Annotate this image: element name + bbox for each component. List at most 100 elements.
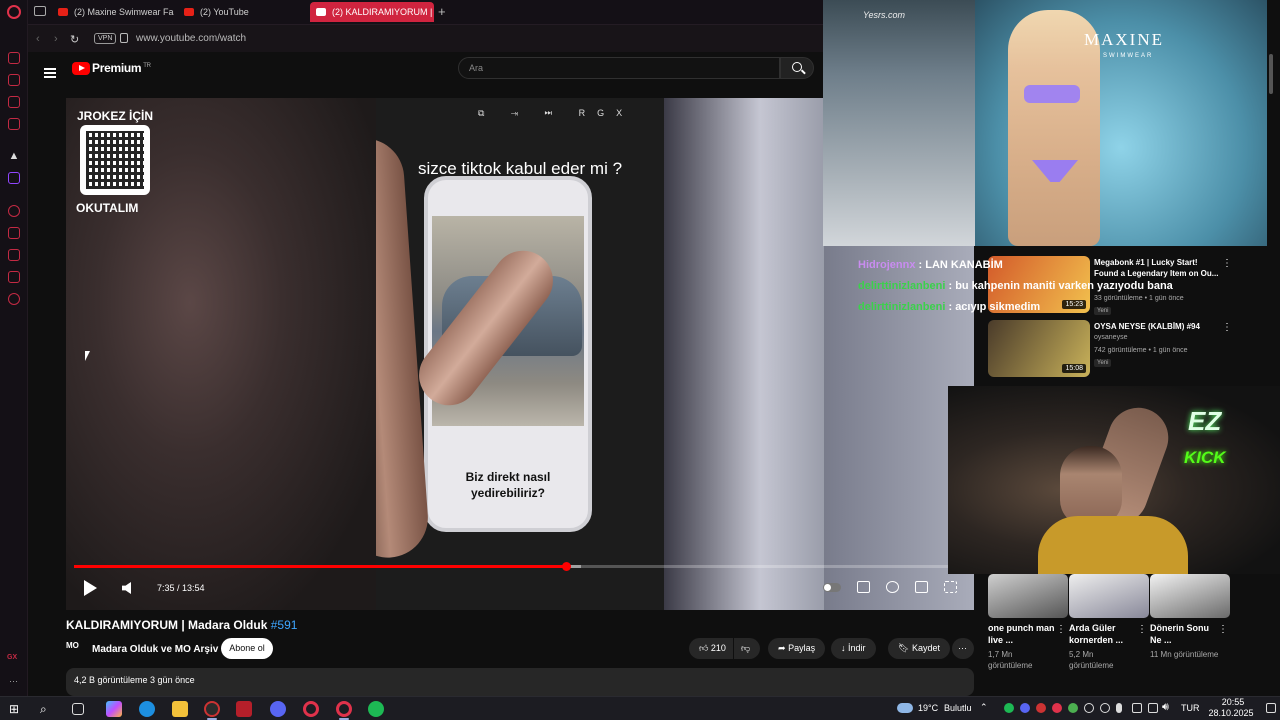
- subtitles-icon[interactable]: [857, 581, 870, 593]
- reload-icon[interactable]: ↻: [70, 33, 79, 46]
- tray-gear-icon[interactable]: [1100, 703, 1110, 713]
- tray-nvidia-icon[interactable]: [1068, 703, 1078, 713]
- gx-icon[interactable]: GX: [7, 654, 17, 661]
- short-title[interactable]: one punch man live ...: [988, 622, 1056, 646]
- search-button[interactable]: [780, 57, 814, 79]
- tray-overflow-icon[interactable]: ⌃: [980, 702, 988, 713]
- opera-logo-icon[interactable]: [7, 5, 21, 19]
- bookmarks-icon[interactable]: [8, 227, 20, 239]
- subscribe-button[interactable]: Abone ol: [221, 638, 273, 659]
- clock-date[interactable]: 28.10.2025: [1200, 708, 1262, 718]
- aria-icon[interactable]: [8, 52, 20, 64]
- spotify-icon[interactable]: [368, 701, 384, 717]
- channel-avatar[interactable]: MO: [66, 641, 86, 657]
- play-button[interactable]: [84, 580, 97, 596]
- description-box[interactable]: 4,2 B görüntüleme 3 gün önce: [66, 668, 974, 696]
- rec-channel[interactable]: oysaneyse: [1094, 334, 1127, 341]
- short-item[interactable]: Arda Güler kornerden ... 5,2 Mn görüntül…: [1069, 574, 1149, 684]
- autoplay-toggle[interactable]: [823, 583, 841, 592]
- short-thumbnail[interactable]: [1150, 574, 1230, 618]
- obs-icon[interactable]: [204, 701, 220, 717]
- settings-icon[interactable]: [8, 293, 20, 305]
- app-icon[interactable]: [236, 701, 252, 717]
- short-title[interactable]: Arda Güler kornerden ...: [1069, 622, 1137, 646]
- tab-maxine[interactable]: (2) Maxine Swimwear Fas: [52, 2, 174, 22]
- youtube-brand[interactable]: Premium TR: [92, 61, 151, 75]
- rec-more-icon[interactable]: ⋮: [1222, 322, 1232, 333]
- short-more-icon[interactable]: ⋮: [1137, 624, 1147, 635]
- gmail-icon[interactable]: [8, 118, 20, 130]
- tab-kaldiramiyorum[interactable]: (2) KALDIRAMIYORUM | N: [310, 2, 434, 22]
- short-thumbnail[interactable]: [988, 574, 1068, 618]
- pinboard-icon[interactable]: ▲: [8, 150, 20, 162]
- start-icon[interactable]: ⊞: [9, 701, 25, 717]
- downloads-icon[interactable]: [8, 249, 20, 261]
- theater-mode-icon[interactable]: [915, 581, 928, 593]
- more-icon[interactable]: ···: [9, 676, 18, 686]
- forward-icon[interactable]: ›: [54, 33, 58, 45]
- tray-steam-icon[interactable]: [1084, 703, 1094, 713]
- opera-gx-icon[interactable]: [336, 701, 352, 717]
- tray-app-icon[interactable]: [1036, 703, 1046, 713]
- short-thumbnail[interactable]: [1069, 574, 1149, 618]
- settings-gear-icon[interactable]: [886, 581, 899, 593]
- menu-icon[interactable]: [44, 68, 56, 78]
- search-input[interactable]: Ara: [458, 57, 780, 79]
- tray-opera-icon[interactable]: [1052, 703, 1062, 713]
- page-scrollbar[interactable]: [1268, 40, 1274, 690]
- like-button[interactable]: 👍︎ 210: [689, 638, 733, 659]
- edge-icon[interactable]: [139, 701, 155, 717]
- channel-name[interactable]: Madara Olduk ve MO Arşiv: [92, 644, 218, 655]
- messenger-icon[interactable]: [8, 96, 20, 108]
- url-field[interactable]: www.youtube.com/watch: [136, 33, 246, 44]
- shopping-icon[interactable]: [8, 74, 20, 86]
- file-explorer-icon[interactable]: [172, 701, 188, 717]
- task-view-icon[interactable]: [72, 703, 84, 715]
- youtube-logo-icon[interactable]: [72, 62, 90, 75]
- new-tab-icon[interactable]: +: [438, 4, 446, 19]
- weather-desc[interactable]: Bulutlu: [944, 703, 972, 713]
- recommendation-item[interactable]: 15:08 OYSA NEYSE (KALBİM) #94 oysaneyse …: [988, 320, 1234, 382]
- battery-icon[interactable]: [1148, 703, 1158, 713]
- rec-title[interactable]: Megabonk #1 | Lucky Start! Found a Legen…: [1094, 258, 1220, 280]
- dislike-button[interactable]: 👎︎: [734, 638, 760, 659]
- network-icon[interactable]: [1132, 703, 1142, 713]
- clock-time[interactable]: 20:55: [1213, 697, 1253, 707]
- progress-bar[interactable]: [74, 562, 966, 571]
- vpn-badge[interactable]: VPN: [94, 33, 117, 44]
- history-icon[interactable]: [8, 205, 20, 217]
- short-title[interactable]: Dönerin Sonu Ne ...: [1150, 622, 1218, 646]
- weather-cloud-icon[interactable]: [897, 703, 913, 713]
- search-icon[interactable]: ⌕: [40, 701, 56, 717]
- video-hashtag[interactable]: #591: [271, 618, 298, 632]
- rec-more-icon[interactable]: ⋮: [1222, 258, 1232, 269]
- discord-icon[interactable]: [270, 701, 286, 717]
- short-more-icon[interactable]: ⋮: [1218, 624, 1228, 635]
- player-top-icons[interactable]: ⧉ ⇥ ⏭ RGX: [478, 108, 634, 119]
- short-more-icon[interactable]: ⋮: [1056, 624, 1066, 635]
- tray-discord-icon[interactable]: [1020, 703, 1030, 713]
- tab-youtube[interactable]: (2) YouTube: [178, 2, 308, 22]
- short-item[interactable]: one punch man live ... 1,7 Mn görüntülem…: [988, 574, 1068, 684]
- microphone-icon[interactable]: [1116, 703, 1122, 713]
- short-item[interactable]: Dönerin Sonu Ne ... 11 Mn görüntüleme ⋮: [1150, 574, 1230, 684]
- share-button[interactable]: ➦ Paylaş: [768, 638, 826, 659]
- extensions-icon[interactable]: [8, 271, 20, 283]
- download-button[interactable]: ↓ İndir: [831, 638, 876, 659]
- save-button[interactable]: 🔖︎ Kaydet: [888, 638, 950, 659]
- tab-menu-icon[interactable]: [34, 6, 46, 16]
- rec-thumbnail[interactable]: 15:08: [988, 320, 1090, 377]
- more-actions-icon[interactable]: ···: [952, 638, 974, 659]
- language-indicator[interactable]: TUR: [1181, 703, 1200, 713]
- tray-spotify-icon[interactable]: [1004, 703, 1014, 713]
- back-icon[interactable]: ‹: [36, 33, 40, 45]
- volume-tray-icon[interactable]: 🔊︎: [1162, 701, 1169, 714]
- twitch-icon[interactable]: [8, 172, 20, 184]
- lock-icon[interactable]: [120, 33, 128, 43]
- copilot-icon[interactable]: [106, 701, 122, 717]
- rec-title[interactable]: OYSA NEYSE (KALBİM) #94: [1094, 322, 1220, 333]
- weather-temp[interactable]: 19°C: [918, 703, 938, 713]
- notifications-icon[interactable]: [1266, 703, 1276, 713]
- fullscreen-icon[interactable]: [944, 581, 957, 593]
- opera-icon[interactable]: [303, 701, 319, 717]
